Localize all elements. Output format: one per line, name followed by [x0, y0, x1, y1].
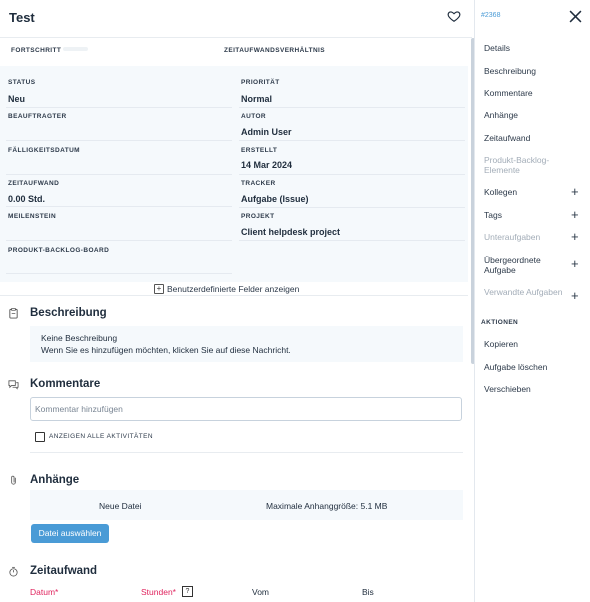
author-label: AUTOR: [241, 113, 266, 120]
progress-label: FORTSCHRITT: [11, 47, 62, 54]
backlog-board-label: PRODUKT-BACKLOG-BOARD: [8, 247, 110, 254]
add-subtask-icon[interactable]: +: [571, 230, 579, 243]
time-spent-value: 0.00 Std.: [8, 194, 46, 204]
actions-heading: AKTIONEN: [481, 319, 519, 326]
sidebar-item-subtasks[interactable]: Unteraufgaben: [484, 232, 540, 242]
heart-icon[interactable]: [447, 9, 461, 23]
new-file-label: Neue Datei: [99, 501, 142, 511]
show-custom-fields-button[interactable]: + Benutzerdefinierte Felder anzeigen: [150, 282, 304, 295]
show-all-activities-checkbox[interactable]: [35, 432, 45, 442]
comment-input[interactable]: Kommentar hinzufügen: [30, 397, 462, 421]
comments-icon: [8, 380, 19, 390]
comments-divider: [30, 452, 463, 453]
project-value[interactable]: Client helpdesk project: [241, 227, 340, 237]
add-parent-icon[interactable]: +: [571, 257, 579, 270]
time-title: Zeitaufwand: [30, 565, 98, 577]
milestone-label: MEILENSTEIN: [8, 213, 57, 220]
plus-square-icon: +: [154, 283, 164, 294]
issue-sidebar: #2368 Details Beschreibung Kommentare An…: [474, 0, 590, 602]
time-col-hours: Stunden*: [141, 587, 176, 597]
time-col-to: Bis: [362, 587, 374, 597]
sidebar-item-backlog[interactable]: Produkt-Backlog-Elemente: [484, 155, 564, 175]
max-size-label: Maximale Anhanggröße: 5.1 MB: [266, 501, 388, 511]
status-value[interactable]: Neu: [8, 94, 25, 104]
comments-title: Kommentare: [30, 378, 101, 390]
time-col-date: Datum*: [30, 587, 59, 597]
header-divider: [0, 37, 472, 38]
time-spent-label: ZEITAUFWAND: [8, 180, 60, 187]
sidebar-item-description[interactable]: Beschreibung: [484, 66, 536, 76]
sidebar-item-tags[interactable]: Tags: [484, 210, 502, 220]
description-title: Beschreibung: [30, 307, 107, 319]
priority-label: PRIORITÄT: [241, 79, 280, 86]
sidebar-item-colleagues[interactable]: Kollegen: [484, 187, 517, 197]
description-empty-line2: Wenn Sie es hinzufügen möchten, klicken …: [41, 345, 291, 355]
sidebar-item-related[interactable]: Verwandte Aufgaben: [484, 287, 564, 297]
attachments-title: Anhänge: [30, 474, 80, 486]
show-all-activities-label[interactable]: ANZEIGEN ALLE AKTIVITÄTEN: [49, 433, 153, 440]
attachment-dropzone[interactable]: Neue Datei Maximale Anhanggröße: 5.1 MB: [30, 490, 463, 520]
sidebar-item-parent[interactable]: Übergeordnete Aufgabe: [484, 255, 564, 275]
description-empty-line1: Keine Beschreibung: [41, 333, 118, 343]
help-icon[interactable]: ?: [182, 586, 193, 597]
created-label: ERSTELLT: [241, 147, 278, 154]
priority-value[interactable]: Normal: [241, 94, 272, 104]
action-move[interactable]: Verschieben: [484, 384, 531, 394]
show-custom-fields-label: Benutzerdefinierte Felder anzeigen: [167, 283, 300, 294]
issue-main-panel: Test FORTSCHRITT ZEITAUFWANDSVERHÄLTNIS …: [0, 0, 472, 602]
project-label: PROJEKT: [241, 213, 275, 220]
status-label: STATUS: [8, 79, 36, 86]
section-divider: [0, 295, 468, 296]
action-delete[interactable]: Aufgabe löschen: [484, 362, 547, 372]
time-ratio-label: ZEITAUFWANDSVERHÄLTNIS: [224, 47, 325, 54]
clipboard-icon: [9, 308, 18, 319]
add-tag-icon[interactable]: +: [571, 208, 579, 221]
tracker-label: TRACKER: [241, 180, 276, 187]
close-icon[interactable]: [569, 10, 582, 23]
description-placeholder[interactable]: Keine Beschreibung Wenn Sie es hinzufüge…: [30, 326, 463, 362]
time-col-from: Vom: [252, 587, 270, 597]
author-value: Admin User: [241, 127, 292, 137]
stopwatch-icon: [9, 566, 18, 577]
created-value: 14 Mar 2024: [241, 160, 293, 170]
properties-panel: STATUS Neu PRIORITÄT Normal BEAUFTRAGTER…: [0, 66, 468, 282]
choose-file-button[interactable]: Datei auswählen: [31, 524, 109, 543]
progress-bar: [63, 47, 88, 51]
add-related-icon[interactable]: +: [571, 289, 579, 302]
paperclip-icon: [11, 475, 16, 485]
add-colleague-icon[interactable]: +: [571, 185, 579, 198]
sidebar-item-details[interactable]: Details: [484, 43, 510, 53]
sidebar-item-comments[interactable]: Kommentare: [484, 88, 533, 98]
due-date-label: FÄLLIGKEITSDATUM: [8, 147, 80, 154]
sidebar-item-attachments[interactable]: Anhänge: [484, 110, 518, 120]
action-copy[interactable]: Kopieren: [484, 339, 518, 349]
tracker-value[interactable]: Aufgabe (Issue): [241, 194, 309, 204]
assignee-label: BEAUFTRAGTER: [8, 113, 67, 120]
issue-title[interactable]: Test: [9, 10, 35, 25]
issue-id[interactable]: #2368: [481, 12, 500, 19]
sidebar-item-time[interactable]: Zeitaufwand: [484, 133, 530, 143]
